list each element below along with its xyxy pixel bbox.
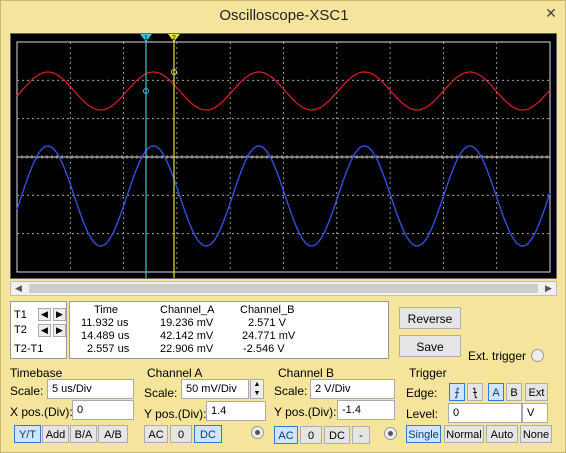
trigger-single-button[interactable]: Single xyxy=(406,425,441,443)
t1-label: T1 xyxy=(14,309,27,321)
trigger-level-unit[interactable]: V xyxy=(522,403,548,423)
channel-a-scale-field[interactable]: 50 mV/Div xyxy=(181,379,249,399)
t2-left-arrow-icon[interactable]: ◀ xyxy=(38,324,51,337)
trigger-rising-edge-icon[interactable]: ⨍ xyxy=(449,383,465,401)
readout-header-time: Time xyxy=(94,304,119,316)
timebase-scale-label: Scale: xyxy=(10,384,44,398)
reverse-button[interactable]: Reverse xyxy=(399,307,461,329)
channel-b-dc-button[interactable]: DC xyxy=(324,426,350,444)
channel-b-zero-button[interactable]: 0 xyxy=(300,426,322,444)
t1-right-arrow-icon[interactable]: ▶ xyxy=(53,308,66,321)
channel-a-ypos-label: Y pos.(Div): xyxy=(144,407,207,421)
t2-right-arrow-icon[interactable]: ▶ xyxy=(53,324,66,337)
channel-a-ypos-field[interactable]: 1.4 xyxy=(206,401,266,421)
save-button[interactable]: Save xyxy=(399,335,461,357)
channel-b-title: Channel B xyxy=(278,366,335,380)
channel-a-radio[interactable] xyxy=(251,426,264,439)
readout-diff-channel-a: 22.906 mV xyxy=(160,343,214,355)
scrollbar-thumb[interactable] xyxy=(29,284,538,293)
readout-t1-time: 11.932 us xyxy=(81,317,129,329)
t2t1-label: T2-T1 xyxy=(14,343,44,355)
ext-trigger-label: Ext. trigger xyxy=(468,349,527,363)
trigger-falling-edge-icon[interactable]: ⨍ xyxy=(467,383,483,401)
channel-b-ypos-field[interactable]: -1.4 xyxy=(337,400,395,420)
timebase-scale-field[interactable]: 5 us/Div xyxy=(47,379,134,399)
readout-t1-channel-b: 2.571 V xyxy=(248,317,286,329)
cursor-1-label: 1 xyxy=(144,35,148,42)
trigger-title: Trigger xyxy=(409,366,447,380)
readout-t2-time: 14.489 us xyxy=(81,330,130,342)
channel-b-scale-label: Scale: xyxy=(274,384,308,398)
channel-b-scale-field[interactable]: 2 V/Div xyxy=(310,379,395,399)
scroll-left-icon[interactable]: ◀ xyxy=(11,282,26,295)
channel-b-ypos-label: Y pos.(Div): xyxy=(274,405,337,419)
timebase-xpos-label: X pos.(Div): xyxy=(10,405,73,419)
readout-t1-channel-a: 19.236 mV xyxy=(160,317,214,329)
trigger-source-ext-button[interactable]: Ext xyxy=(525,383,548,401)
cursor-2-label: 2 xyxy=(172,35,176,42)
readout-header-channel-a: Channel_A xyxy=(160,304,215,316)
horizontal-scrollbar[interactable]: ◀ ▶ xyxy=(10,281,557,296)
oscilloscope-window: Oscilloscope-XSC1 ✕ 1 2 ◀ ▶ T1 ◀ ▶ T2 ◀ xyxy=(0,0,566,453)
ext-trigger-radio[interactable] xyxy=(531,349,544,362)
channel-a-scale-label: Scale: xyxy=(144,386,178,400)
trigger-source-a-button[interactable]: A xyxy=(488,383,504,401)
channel-a-scale-spinner-icon[interactable]: ▲ ▼ xyxy=(250,379,264,399)
mode-yt-button[interactable]: Y/T xyxy=(14,425,41,443)
cursor-controls: T1 ◀ ▶ T2 ◀ ▶ T2-T1 xyxy=(10,301,67,359)
trigger-none-button[interactable]: None xyxy=(520,425,552,443)
trigger-level-field[interactable]: 0 xyxy=(448,403,522,423)
measurement-readout: Time Channel_A Channel_B 11.932 us 19.23… xyxy=(69,301,389,359)
channel-b-radio[interactable] xyxy=(384,427,397,440)
scope-screen: 1 2 xyxy=(11,34,556,278)
scope-display[interactable]: 1 2 xyxy=(10,33,557,279)
trigger-auto-button[interactable]: Auto xyxy=(486,425,518,443)
channel-a-title: Channel A xyxy=(147,366,203,380)
readout-t2-channel-a: 42.142 mV xyxy=(160,330,214,342)
timebase-xpos-field[interactable]: 0 xyxy=(72,400,134,420)
channel-b-ac-button[interactable]: AC xyxy=(274,426,298,444)
channel-a-dc-button[interactable]: DC xyxy=(194,425,222,443)
mode-ab-button[interactable]: A/B xyxy=(98,425,128,443)
scroll-right-icon[interactable]: ▶ xyxy=(541,282,556,295)
trigger-edge-label: Edge: xyxy=(406,386,438,400)
channel-b-minus-button[interactable]: - xyxy=(352,426,370,444)
channel-a-ac-button[interactable]: AC xyxy=(144,425,168,443)
title-bar: Oscilloscope-XSC1 ✕ xyxy=(1,1,566,33)
close-icon[interactable]: ✕ xyxy=(541,3,561,23)
readout-header-channel-b: Channel_B xyxy=(240,304,295,316)
readout-t2-channel-b: 24.771 mV xyxy=(242,330,296,342)
t1-left-arrow-icon[interactable]: ◀ xyxy=(38,308,51,321)
timebase-title: Timebase xyxy=(10,366,63,380)
readout-diff-time: 2.557 us xyxy=(87,343,130,355)
mode-ba-button[interactable]: B/A xyxy=(70,425,97,443)
t2-label: T2 xyxy=(14,324,27,336)
trigger-normal-button[interactable]: Normal xyxy=(444,425,484,443)
trigger-level-label: Level: xyxy=(406,407,439,421)
trigger-source-b-button[interactable]: B xyxy=(506,383,522,401)
window-title: Oscilloscope-XSC1 xyxy=(219,7,349,24)
mode-add-button[interactable]: Add xyxy=(42,425,69,443)
readout-diff-channel-b: -2.546 V xyxy=(243,343,285,355)
channel-a-zero-button[interactable]: 0 xyxy=(170,425,192,443)
